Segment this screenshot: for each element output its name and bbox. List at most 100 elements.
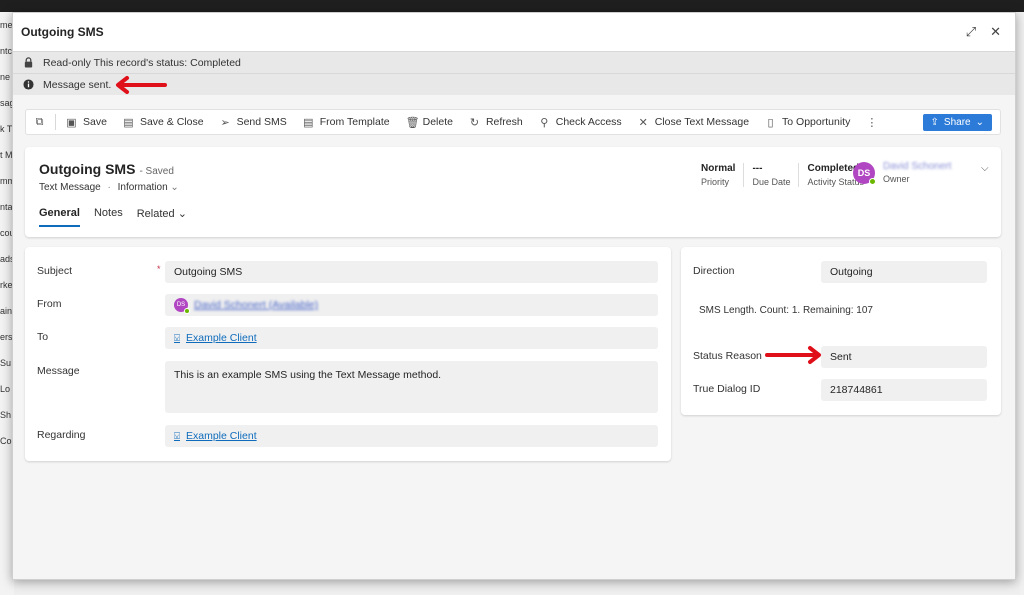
document-icon: ▯	[767, 116, 774, 129]
record-title: Outgoing SMS - Saved	[39, 161, 174, 177]
outgoing-sms-dialog: Outgoing SMS ⤢ ✕ Read-only This record's…	[12, 12, 1016, 580]
true-dialog-id-field[interactable]: 218744861	[821, 379, 987, 401]
close-text-message-label: Close Text Message	[654, 116, 750, 128]
message-field[interactable]: This is an example SMS using the Text Me…	[165, 361, 658, 413]
presence-dot	[184, 308, 190, 314]
priority-value: Normal	[701, 163, 736, 174]
avatar: DS	[174, 298, 190, 314]
due-date-value: ---	[752, 163, 763, 174]
chevron-down-icon: ⌄	[170, 182, 179, 193]
direction-field[interactable]: Outgoing	[821, 261, 987, 283]
to-opportunity-label: To Opportunity	[782, 116, 851, 128]
form-name: Information	[117, 182, 168, 193]
general-section: Subject * Outgoing SMS From DS David Sch…	[25, 247, 671, 461]
to-label: To	[37, 331, 49, 343]
subject-label: Subject	[37, 265, 73, 277]
refresh-button[interactable]: ↻ Refresh	[461, 110, 531, 134]
new-window-icon: ⧉	[35, 115, 44, 128]
to-field[interactable]: ⍌ Example Client	[165, 327, 658, 349]
tab-related[interactable]: Related ⌄	[137, 207, 187, 227]
save-button[interactable]: ▣ Save	[58, 110, 115, 134]
send-icon: ➢	[220, 116, 230, 129]
entity-name: Text Message	[39, 182, 101, 193]
lock-icon	[24, 57, 33, 68]
presence-dot	[869, 177, 876, 185]
refresh-icon: ↻	[469, 116, 480, 129]
priority-label: Priority	[701, 177, 730, 187]
new-window-button[interactable]: ⧉	[26, 110, 53, 134]
chevron-down-icon: ⌵	[981, 163, 989, 174]
check-access-icon: ⚲	[540, 116, 549, 129]
save-icon: ▣	[66, 116, 77, 129]
from-label: From	[37, 298, 62, 310]
annotation-arrow-left	[116, 76, 167, 94]
status-reason-field[interactable]: Sent	[821, 346, 987, 368]
chevron-down-icon: ⌄	[177, 208, 187, 220]
tab-notes[interactable]: Notes	[94, 207, 123, 227]
owner-initials: DS	[857, 167, 871, 178]
share-label: Share	[943, 117, 971, 128]
true-dialog-id-label: True Dialog ID	[693, 383, 761, 395]
close-text-message-button[interactable]: ✕ Close Text Message	[630, 110, 757, 134]
check-access-button[interactable]: ⚲ Check Access	[531, 110, 630, 134]
sms-details-section: Direction Outgoing SMS Length. Count: 1.…	[681, 247, 1001, 415]
from-value[interactable]: David Schonert (Available)	[194, 299, 318, 311]
background-bottom-edge	[14, 580, 1020, 595]
subject-field[interactable]: Outgoing SMS	[165, 261, 658, 283]
background-app-bar	[0, 0, 1024, 12]
more-icon: ⋮	[866, 116, 878, 129]
contact-icon: ⍌	[174, 332, 180, 344]
more-commands-button[interactable]: ⋮	[858, 110, 885, 134]
readonly-notice-text: Read-only This record's status: Complete…	[43, 57, 241, 69]
dialog-title: Outgoing SMS	[21, 25, 104, 39]
record-header-card: Outgoing SMS - Saved Text Message · Infor…	[25, 147, 1001, 237]
to-opportunity-button[interactable]: ▯ To Opportunity	[757, 110, 858, 134]
refresh-label: Refresh	[485, 116, 523, 128]
close-icon: ✕	[638, 116, 648, 129]
delete-label: Delete	[422, 116, 453, 128]
chevron-down-icon: ⌄	[975, 117, 984, 128]
template-icon: ▤	[303, 116, 314, 129]
record-tabs: General Notes Related ⌄	[39, 207, 187, 227]
delete-icon: 🗑	[405, 116, 420, 129]
message-label: Message	[37, 365, 80, 377]
header-fields: Normal Priority --- Due Date Completed A…	[693, 163, 872, 187]
regarding-field[interactable]: ⍌ Example Client	[165, 425, 658, 447]
status-reason-label: Status Reason	[693, 350, 762, 362]
close-dialog-icon[interactable]: ✕	[990, 24, 1001, 40]
share-icon: ⇪	[930, 117, 939, 128]
command-separator	[55, 114, 56, 130]
from-initials: DS	[176, 302, 186, 308]
due-date-field: --- Due Date	[744, 163, 800, 187]
saved-status: - Saved	[139, 166, 174, 177]
direction-label: Direction	[693, 265, 735, 277]
priority-field: Normal Priority	[693, 163, 745, 187]
message-sent-text: Message sent.	[43, 79, 112, 91]
from-template-button[interactable]: ▤ From Template	[295, 110, 398, 134]
dot-separator: ·	[107, 182, 111, 193]
from-field[interactable]: DS David Schonert (Available)	[165, 294, 658, 316]
to-value[interactable]: Example Client	[186, 332, 257, 344]
record-title-text: Outgoing SMS	[39, 161, 136, 177]
annotation-arrow-right	[765, 346, 821, 364]
send-sms-label: Send SMS	[236, 116, 287, 128]
save-close-icon: ▤	[123, 116, 134, 129]
save-close-label: Save & Close	[139, 116, 204, 128]
regarding-label: Regarding	[37, 429, 86, 441]
share-button[interactable]: ⇪ Share ⌄	[922, 114, 992, 131]
delete-button[interactable]: 🗑 Delete	[398, 110, 461, 134]
check-access-label: Check Access	[555, 116, 622, 128]
expand-header-button[interactable]: ⌵	[981, 163, 989, 174]
send-sms-button[interactable]: ➢ Send SMS	[212, 110, 295, 134]
owner-field[interactable]: DS David Schonert Owner	[853, 161, 951, 185]
form-selector[interactable]: Information ⌄	[118, 182, 179, 193]
expand-icon[interactable]: ⤢	[966, 24, 976, 40]
due-date-label: Due Date	[752, 177, 791, 187]
tab-general[interactable]: General	[39, 207, 80, 227]
info-icon	[23, 79, 34, 90]
dialog-header: Outgoing SMS ⤢ ✕	[13, 13, 1015, 51]
owner-name[interactable]: David Schonert	[883, 161, 951, 172]
save-close-button[interactable]: ▤ Save & Close	[115, 110, 212, 134]
regarding-value[interactable]: Example Client	[186, 430, 257, 442]
contact-icon: ⍌	[174, 430, 180, 442]
